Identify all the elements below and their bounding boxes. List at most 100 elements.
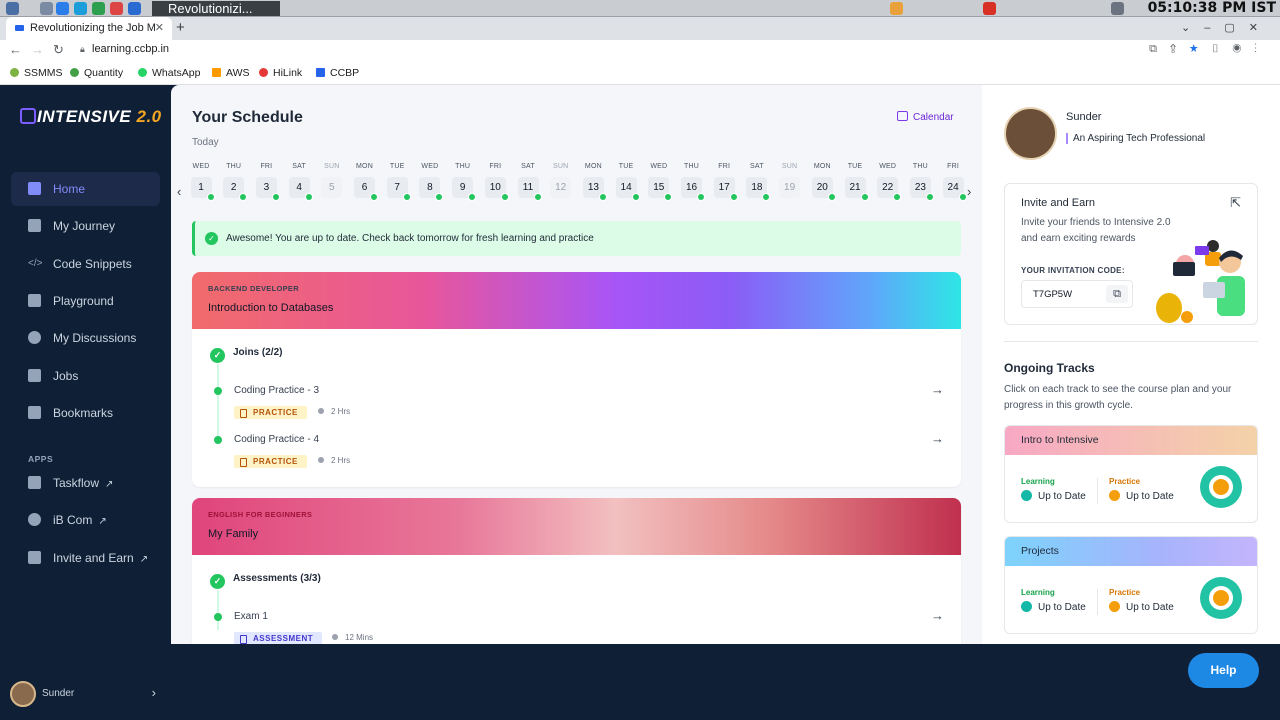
- bookmark-ssmms[interactable]: SSMMS: [10, 67, 63, 79]
- browser-tab-bar: Revolutionizing the Job M ✕ + ⌄–▢✕: [0, 17, 1280, 40]
- external-link-icon[interactable]: ⇱: [1230, 195, 1241, 211]
- bookmarks-bar: SSMMS Quantity WhatsApp AWS HiLink CCBP: [0, 62, 1280, 85]
- sidebar-item-jobs[interactable]: Jobs: [11, 359, 160, 393]
- schedule-day[interactable]: SAT 11: [516, 163, 542, 201]
- bookmark-quantity[interactable]: Quantity: [70, 67, 123, 79]
- completed-check-icon: [370, 193, 378, 201]
- sidebar-item-bookmarks[interactable]: Bookmarks: [11, 396, 160, 430]
- schedule-day[interactable]: WED 8: [418, 163, 444, 201]
- chrome-icon[interactable]: [110, 2, 123, 15]
- app-icon[interactable]: [92, 2, 105, 15]
- check-circle-icon: [1021, 601, 1032, 612]
- app-icon[interactable]: [128, 2, 141, 15]
- new-tab-button[interactable]: +: [176, 17, 185, 39]
- launcher-icon[interactable]: [6, 2, 19, 15]
- aws-icon: [212, 68, 221, 77]
- close-tab-icon[interactable]: ✕: [155, 17, 164, 40]
- invite-card[interactable]: Invite and Earn ⇱ Invite your friends to…: [1004, 183, 1258, 325]
- schedule-day[interactable]: TUE 21: [843, 163, 869, 201]
- invite-code-field[interactable]: T7GP5W ⧉: [1021, 280, 1133, 308]
- sidebar-app-taskflow[interactable]: Taskflow ↗: [11, 466, 160, 500]
- external-link-icon: ↗: [105, 479, 114, 490]
- intensive-logo[interactable]: INTENSIVE 2.0: [20, 107, 162, 127]
- schedule-day[interactable]: TUE 14: [614, 163, 640, 201]
- arrow-right-icon[interactable]: →: [931, 431, 944, 446]
- completed-check-icon: [239, 193, 248, 201]
- sidebar-item-code-snippets[interactable]: </> Code Snippets: [11, 247, 160, 281]
- course-title: My Family: [208, 528, 259, 540]
- app-icon[interactable]: [74, 2, 87, 15]
- schedule-day[interactable]: SUN 5: [320, 163, 344, 198]
- files-icon[interactable]: [40, 2, 53, 15]
- arrow-right-icon[interactable]: →: [931, 382, 944, 397]
- bookmark-star-icon[interactable]: ★: [1189, 43, 1211, 55]
- schedule-day[interactable]: THU 2: [222, 163, 248, 201]
- item-name: Exam 1: [234, 611, 268, 622]
- schedule-day[interactable]: SUN 12: [549, 163, 573, 198]
- sidebar-item-playground[interactable]: Playground: [11, 284, 160, 318]
- course-card[interactable]: ENGLISH FOR BEGINNERS My Family ✓ Assessm…: [192, 498, 961, 644]
- schedule-next-icon[interactable]: ›: [967, 184, 971, 199]
- lock-icon[interactable]: 🔒︎: [80, 44, 85, 55]
- bookmark-aws[interactable]: AWS: [212, 67, 250, 79]
- schedule-day[interactable]: FRI 3: [254, 163, 280, 201]
- weekday-label: THU: [455, 163, 471, 170]
- chevron-right-icon: ›: [151, 685, 156, 700]
- tray-icon[interactable]: [983, 2, 996, 15]
- back-icon[interactable]: ←: [9, 42, 22, 57]
- sidebar-app-invite-earn[interactable]: Invite and Earn ↗: [11, 541, 160, 575]
- sidebar-item-my-discussions[interactable]: My Discussions: [11, 321, 160, 355]
- taskbar-window-title[interactable]: Revolutionizi...: [152, 1, 280, 16]
- browser-actions[interactable]: ⧉⇪★▯◉⋮: [1149, 43, 1270, 56]
- schedule-day[interactable]: WED 15: [647, 163, 673, 201]
- schedule-day[interactable]: MON 6: [353, 163, 378, 201]
- schedule-prev-icon[interactable]: ‹: [177, 184, 181, 199]
- sidebar-item-my-journey[interactable]: My Journey: [11, 209, 160, 243]
- sidebar-user-menu[interactable]: Sunder ›: [10, 681, 160, 707]
- schedule-day[interactable]: MON 13: [581, 163, 607, 201]
- forward-icon[interactable]: →: [31, 42, 44, 57]
- schedule-day[interactable]: FRI 10: [483, 163, 509, 201]
- reload-icon[interactable]: ↻: [53, 42, 64, 58]
- calendar-button[interactable]: Calendar: [897, 111, 954, 123]
- window-controls[interactable]: ⌄–▢✕: [1181, 17, 1272, 39]
- home-icon: [28, 182, 41, 195]
- schedule-day[interactable]: FRI 24: [941, 163, 967, 201]
- section-header[interactable]: ✓ Assessments (3/3): [210, 573, 321, 589]
- copy-icon[interactable]: ⧉: [1106, 285, 1128, 303]
- section-header[interactable]: ✓ Joins (2/2): [210, 347, 282, 363]
- vscode-icon[interactable]: [56, 2, 69, 15]
- schedule-day[interactable]: TUE 7: [385, 163, 411, 201]
- divider: [1004, 341, 1258, 342]
- schedule-day[interactable]: FRI 17: [712, 163, 738, 201]
- completed-check-icon: [697, 193, 705, 201]
- profile-avatar[interactable]: [1004, 107, 1057, 160]
- schedule-day[interactable]: THU 16: [680, 163, 705, 201]
- schedule-day[interactable]: WED 22: [876, 163, 902, 201]
- schedule-day[interactable]: WED 1: [189, 163, 215, 201]
- browser-tab[interactable]: Revolutionizing the Job M ✕: [6, 17, 172, 40]
- arrow-right-icon[interactable]: →: [931, 608, 944, 623]
- bookmark-hilink[interactable]: HiLink: [259, 67, 302, 79]
- sidebar-app-ib-com[interactable]: iB Com ↗: [11, 503, 160, 537]
- schedule-day[interactable]: SUN 19: [778, 163, 802, 198]
- course-card[interactable]: BACKEND DEVELOPER Introduction to Databa…: [192, 272, 961, 487]
- schedule-day[interactable]: SAT 4: [287, 163, 313, 201]
- sidebar-item-home[interactable]: Home: [11, 172, 160, 206]
- completed-check-icon: [533, 193, 542, 201]
- help-button[interactable]: Help: [1188, 653, 1259, 688]
- track-card-intro[interactable]: Intro to Intensive Learning Up to Date P…: [1004, 425, 1258, 523]
- schedule-day[interactable]: SAT 18: [745, 163, 771, 201]
- bookmark-whatsapp[interactable]: WhatsApp: [138, 67, 200, 79]
- bookmark-ccbp[interactable]: CCBP: [316, 67, 359, 79]
- volume-icon[interactable]: [1111, 2, 1124, 15]
- day-number: 1: [190, 177, 215, 201]
- chrome-tray-icon[interactable]: [890, 2, 903, 15]
- track-card-projects[interactable]: Projects Learning Up to Date Practice Up…: [1004, 536, 1258, 634]
- url-field[interactable]: learning.ccbp.in: [92, 43, 169, 55]
- completed-check-icon: [500, 193, 509, 201]
- weekday-label: WED: [421, 163, 439, 170]
- schedule-day[interactable]: THU 9: [451, 163, 477, 201]
- schedule-day[interactable]: MON 20: [810, 163, 836, 201]
- schedule-day[interactable]: THU 23: [908, 163, 934, 201]
